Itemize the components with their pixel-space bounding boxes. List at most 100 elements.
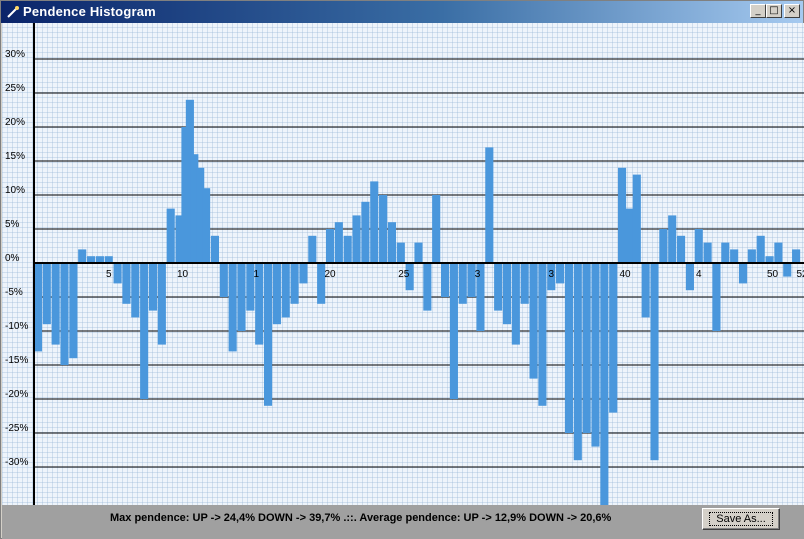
histogram-bar-8 [104, 256, 113, 263]
histogram-bar-70 [632, 174, 641, 263]
y-tick-label-3: 15% [5, 151, 25, 162]
histogram-bar-15 [166, 208, 175, 263]
histogram-bar-87 [783, 263, 792, 277]
histogram-bar-9 [113, 263, 122, 284]
histogram-bar-1 [42, 263, 51, 325]
x-tick-label-1: 10 [177, 269, 189, 280]
histogram-bar-88 [792, 249, 801, 263]
histogram-bar-53 [485, 147, 494, 263]
save-as-label: Save As... [709, 512, 773, 526]
histogram-bar-84 [756, 235, 765, 263]
histogram-bar-81 [730, 249, 739, 263]
histogram-bar-48 [440, 263, 450, 297]
x-tick-label-7: 40 [619, 269, 631, 280]
histogram-bar-41 [379, 195, 388, 263]
histogram-bar-54 [494, 263, 503, 311]
histogram-bar-83 [747, 249, 756, 263]
histogram-bar-57 [520, 263, 529, 304]
histogram-bar-39 [361, 201, 370, 263]
histogram-bar-63 [573, 263, 582, 461]
pendence-histogram-chart: 30% 25% 20% 15% 10% 5% 0% -5% -10% -15% -20% -25% -3… [5, 23, 804, 505]
histogram-bar-31 [290, 263, 299, 304]
histogram-bar-37 [343, 235, 352, 263]
save-as-button[interactable]: Save As... [702, 508, 780, 530]
histogram-bar-35 [325, 229, 335, 263]
x-tick-label-10: 52 [796, 269, 804, 280]
y-tick-label-10: -20% [5, 389, 28, 400]
histogram-bar-36 [334, 222, 343, 263]
histogram-bar-72 [650, 263, 659, 461]
histogram-bar-6 [86, 256, 96, 263]
histogram-bar-78 [703, 242, 712, 263]
histogram-bar-21 [202, 188, 211, 263]
x-tick-label-4: 25 [398, 269, 410, 280]
x-tick-label-6: 3 [548, 269, 554, 280]
maximize-button[interactable]: □ [766, 4, 782, 18]
close-button[interactable]: × [784, 4, 800, 18]
histogram-bar-66 [600, 263, 609, 505]
x-tick-label-9: 50 [767, 269, 779, 280]
histogram-bar-29 [272, 263, 281, 325]
histogram-bar-25 [237, 263, 246, 331]
histogram-bar-42 [387, 222, 397, 263]
y-tick-label-1: 25% [5, 83, 25, 94]
histogram-bar-7 [95, 256, 104, 263]
histogram-bar-12 [140, 263, 149, 399]
y-tick-label-6: 0% [5, 253, 20, 264]
histogram-bar-49 [449, 263, 458, 399]
histogram-bar-33 [308, 235, 317, 263]
histogram-bar-79 [712, 263, 721, 331]
histogram-bar-46 [423, 263, 432, 311]
histogram-bar-10 [122, 263, 131, 304]
histogram-bar-2 [51, 263, 60, 345]
histogram-plot-area: 30% 25% 20% 15% 10% 5% 0% -5% -10% -15% -20% -25% -3… [2, 23, 804, 505]
y-tick-label-7: -5% [5, 287, 23, 298]
histogram-bar-75 [676, 235, 686, 263]
x-tick-label-0: 5 [106, 269, 112, 280]
window-title: Pendence Histogram [23, 4, 156, 19]
histogram-bar-61 [556, 263, 565, 284]
histogram-bar-80 [721, 242, 730, 263]
histogram-bar-11 [131, 263, 140, 318]
x-tick-label-2: 1 [253, 269, 259, 280]
histogram-bar-76 [685, 263, 694, 291]
histogram-bar-58 [529, 263, 538, 379]
histogram-bar-4 [69, 263, 78, 359]
histogram-bar-74 [668, 215, 677, 263]
histogram-bar-5 [78, 249, 87, 263]
y-tick-label-12: -30% [5, 457, 28, 468]
histogram-bar-38 [352, 215, 361, 263]
histogram-bar-69 [625, 208, 634, 263]
pendence-summary-text: Max pendence: UP -> 24,4% DOWN -> 39,7% … [110, 512, 612, 524]
histogram-bar-23 [219, 263, 228, 297]
y-tick-label-11: -25% [5, 423, 28, 434]
histogram-bar-28 [263, 263, 273, 406]
histogram-bar-68 [617, 167, 627, 263]
y-tick-label-9: -15% [5, 355, 28, 366]
title-bar[interactable]: Pendence Histogram _ □ × [1, 1, 803, 23]
histogram-bar-56 [511, 263, 520, 345]
histogram-bar-55 [502, 263, 512, 325]
histogram-bar-67 [609, 263, 618, 413]
histogram-bar-45 [414, 242, 423, 263]
app-icon [7, 6, 19, 18]
histogram-bar-82 [738, 263, 748, 284]
histogram-bar-59 [538, 263, 547, 406]
x-tick-label-8: 4 [696, 269, 702, 280]
y-tick-label-5: 5% [5, 219, 20, 230]
histogram-bar-50 [458, 263, 467, 304]
x-tick-label-5: 3 [475, 269, 481, 280]
minimize-button[interactable]: _ [750, 4, 766, 18]
histogram-bar-62 [564, 263, 574, 433]
histogram-bar-73 [659, 229, 668, 263]
y-tick-label-4: 10% [5, 185, 25, 196]
histogram-bar-43 [396, 242, 405, 263]
x-tick-label-3: 20 [324, 269, 336, 280]
histogram-bar-24 [228, 263, 237, 352]
histogram-bar-30 [281, 263, 290, 318]
y-tick-label-2: 20% [5, 117, 25, 128]
histogram-bar-3 [60, 263, 69, 365]
y-tick-label-8: -10% [5, 321, 28, 332]
histogram-bar-14 [157, 263, 166, 345]
histogram-bar-22 [210, 235, 220, 263]
